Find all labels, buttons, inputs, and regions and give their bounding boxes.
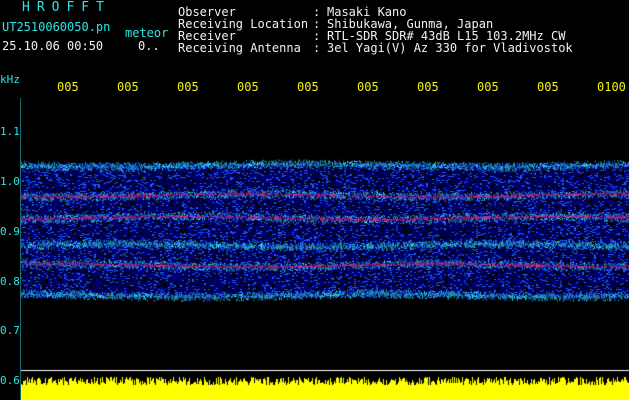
y-tick-label: 0.8 <box>0 275 20 288</box>
x-tick-label: 005 <box>297 80 319 94</box>
y-tick-label: 1.0 <box>0 175 20 188</box>
y-tick-label: 0.7 <box>0 324 20 337</box>
antenna-value: 3el Yagi(V) Az 330 for Vladivostok <box>327 41 573 55</box>
meteor-count: 0.. <box>138 39 160 53</box>
meteor-tag: meteor <box>125 26 169 40</box>
hrofft-logo: HROFFT <box>22 0 111 15</box>
x-tick-label: 005 <box>237 80 259 94</box>
y-tick-label: 1.1 <box>0 125 20 138</box>
y-tick-label: 0.9 <box>0 225 20 238</box>
x-tick-label: 005 <box>177 80 199 94</box>
x-tick-label: 005 <box>537 80 559 94</box>
x-tick-label: 005 <box>477 80 499 94</box>
spectrogram-plot <box>20 98 629 400</box>
y-unit-label: kHz <box>0 73 20 86</box>
capture-datetime: 25.10.06 00:50 <box>2 39 104 53</box>
x-tick-label: 0100 <box>597 80 626 94</box>
x-tick-label: 005 <box>117 80 139 94</box>
file-name: UT2510060050.pn <box>2 20 111 34</box>
x-tick-label: 005 <box>417 80 439 94</box>
x-tick-label: 005 <box>57 80 79 94</box>
info-colon: : <box>313 41 321 55</box>
y-axis-line <box>20 98 21 400</box>
antenna-label: Receiving Antenna <box>178 41 301 55</box>
y-tick-label: 0.6 <box>0 374 20 387</box>
x-tick-label: 005 <box>357 80 379 94</box>
